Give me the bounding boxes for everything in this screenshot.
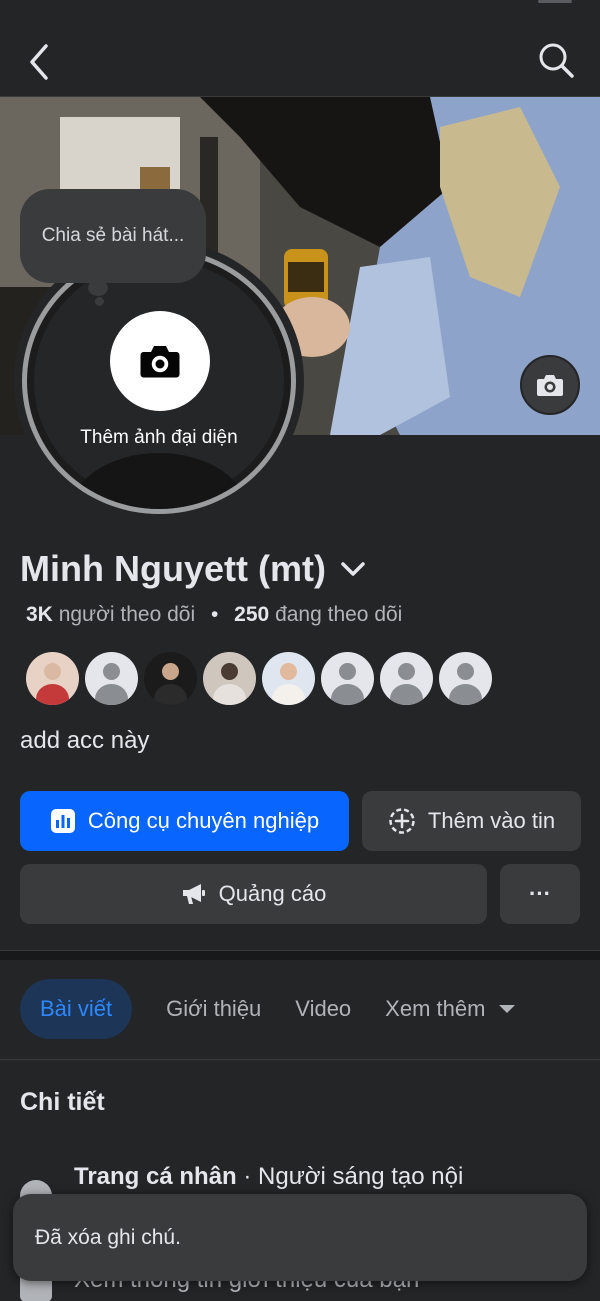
megaphone-icon: [181, 881, 207, 907]
profile-bio: add acc này: [20, 727, 150, 754]
search-button[interactable]: [536, 40, 576, 80]
tab-video[interactable]: Video: [295, 979, 351, 1039]
detail-page-type-bold: Trang cá nhân: [74, 1163, 237, 1190]
more-options-button[interactable]: ···: [500, 864, 580, 924]
follow-stats: 3K người theo dõi • 250 đang theo dõi: [26, 603, 402, 627]
tab-see-more-label: Xem thêm: [385, 996, 486, 1021]
profile-name-row[interactable]: Minh Nguyett (mt): [20, 548, 368, 590]
tab-see-more[interactable]: Xem thêm: [385, 979, 516, 1039]
note-bubble[interactable]: Chia sẻ bài hát...: [20, 189, 206, 283]
following-label[interactable]: đang theo dõi: [275, 603, 402, 626]
friend-avatar[interactable]: [144, 652, 197, 705]
friend-avatar[interactable]: [439, 652, 492, 705]
friend-avatar[interactable]: [203, 652, 256, 705]
toast-text: Đã xóa ghi chú.: [35, 1225, 181, 1249]
chevron-down-icon[interactable]: [338, 554, 368, 584]
followers-count[interactable]: 3K: [26, 603, 53, 626]
profile-name: Minh Nguyett (mt): [20, 548, 326, 589]
friend-avatar[interactable]: [262, 652, 315, 705]
camera-icon: [140, 346, 180, 378]
detail-page-type-text: Trang cá nhân · Người sáng tạo nội: [74, 1163, 463, 1191]
ads-label: Quảng cáo: [218, 881, 327, 906]
profile-tabs: Bài viết Giới thiệu Video Xem thêm: [20, 979, 549, 1039]
professional-tools-button[interactable]: Công cụ chuyên nghiệp: [20, 791, 349, 851]
tab-posts[interactable]: Bài viết: [20, 979, 133, 1039]
add-story-icon: [388, 807, 416, 835]
details-title: Chi tiết: [20, 1088, 105, 1116]
top-bar: [0, 0, 600, 97]
friend-avatar[interactable]: [26, 652, 79, 705]
friend-avatar[interactable]: [321, 652, 374, 705]
friends-preview[interactable]: [26, 652, 498, 705]
ads-button[interactable]: Quảng cáo: [20, 864, 487, 924]
chevron-left-icon: [30, 44, 48, 80]
tab-about[interactable]: Giới thiệu: [166, 979, 261, 1039]
edit-cover-button[interactable]: [520, 355, 580, 415]
friend-avatar[interactable]: [85, 652, 138, 705]
status-indicator: [538, 0, 572, 3]
note-bubble-tail: [88, 280, 108, 296]
friend-avatar[interactable]: [380, 652, 433, 705]
camera-icon: [537, 375, 563, 396]
dashboard-icon: [50, 808, 76, 834]
add-avatar-button[interactable]: [110, 311, 210, 411]
followers-label[interactable]: người theo dõi: [59, 603, 195, 626]
caret-down-icon: [499, 1005, 516, 1013]
more-dots-icon: ···: [529, 881, 551, 906]
stats-separator: •: [210, 603, 219, 626]
following-count[interactable]: 250: [234, 603, 269, 626]
note-bubble-tail-dot: [95, 297, 104, 306]
search-icon: [539, 43, 574, 78]
add-to-story-button[interactable]: Thêm vào tin: [362, 791, 581, 851]
tabs-divider: [0, 1059, 600, 1060]
toast-notification: Đã xóa ghi chú.: [13, 1194, 587, 1281]
add-avatar-label[interactable]: Thêm ảnh đại diện: [22, 427, 296, 449]
add-to-story-label: Thêm vào tin: [427, 808, 556, 833]
back-button[interactable]: [22, 40, 58, 84]
professional-tools-label: Công cụ chuyên nghiệp: [87, 808, 320, 833]
detail-page-type-rest: · Người sáng tạo nội: [236, 1163, 464, 1190]
section-divider: [0, 950, 600, 960]
